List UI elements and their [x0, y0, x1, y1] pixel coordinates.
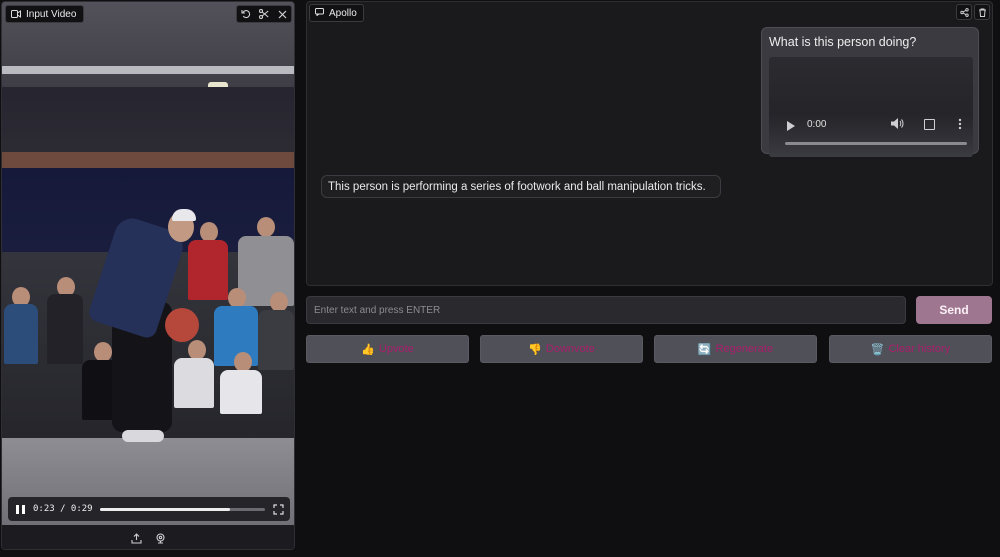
player-shoe: [122, 430, 164, 442]
thumbs-down-icon: 👎: [528, 343, 542, 356]
spectator: [270, 292, 288, 312]
spectator: [174, 358, 214, 408]
thumbs-up-icon: 👍: [361, 343, 375, 356]
video-controls: 0:23 / 0:29: [8, 497, 290, 521]
message-video-player[interactable]: 0:00: [769, 57, 973, 157]
clear-history-button[interactable]: 🗑️ Clear history: [829, 335, 992, 363]
spectator: [228, 288, 246, 308]
user-message: What is this person doing? 0:00: [761, 27, 979, 157]
app-root: 0:23 / 0:29 Input Video Apollo What is t…: [0, 0, 1000, 557]
video-time: 0:23 / 0:29: [33, 504, 93, 514]
video-player-bar: [769, 113, 973, 157]
video-icon: [11, 10, 21, 18]
player-cap: [172, 209, 196, 221]
regenerate-button[interactable]: 🔄 Regenerate: [654, 335, 817, 363]
spectator: [188, 340, 206, 360]
spectator: [188, 240, 228, 300]
action-buttons: 👍 Upvote 👎 Downvote 🔄 Regenerate 🗑️ Clea…: [306, 335, 992, 363]
video-player-time: 0:00: [807, 119, 827, 130]
undo-icon[interactable]: [237, 6, 255, 22]
spectator: [200, 222, 218, 242]
scissors-icon[interactable]: [255, 6, 273, 22]
scene-wall: [2, 87, 294, 157]
video-toolbar: [236, 5, 292, 23]
clear-history-label: Clear history: [888, 343, 951, 355]
chatbot-label-text: Apollo: [329, 7, 357, 19]
volume-icon[interactable]: [891, 118, 905, 130]
webcam-icon[interactable]: [153, 531, 167, 545]
pause-icon[interactable]: [14, 503, 26, 515]
regenerate-icon: 🔄: [697, 343, 712, 356]
bot-message-text: This person is performing a series of fo…: [328, 180, 706, 193]
trash-icon[interactable]: [974, 4, 990, 20]
play-icon[interactable]: [787, 121, 795, 131]
regenerate-label: Regenerate: [715, 343, 774, 355]
video-progress-bar[interactable]: [99, 507, 265, 511]
spectator: [258, 310, 294, 370]
chatbot-label: Apollo: [309, 4, 364, 22]
chatbot-panel: Apollo What is this person doing? 0:00 T…: [306, 1, 993, 286]
close-icon[interactable]: [273, 6, 291, 22]
ball: [165, 308, 199, 342]
fullscreen-icon[interactable]: [272, 503, 284, 515]
video-frame[interactable]: 0:23 / 0:29: [2, 2, 294, 525]
input-video-label-text: Input Video: [26, 8, 77, 20]
fullscreen-icon[interactable]: [924, 119, 935, 130]
spectator: [234, 352, 252, 372]
video-footer: [2, 525, 294, 549]
more-options-icon[interactable]: [958, 118, 964, 130]
spectator: [94, 342, 112, 362]
spectator: [257, 217, 275, 237]
video-progress-fill: [99, 507, 231, 511]
chat-input[interactable]: [306, 296, 906, 324]
trash-icon: 🗑️: [870, 343, 885, 356]
share-icon[interactable]: [956, 4, 972, 20]
chat-icon: [315, 7, 324, 19]
downvote-button[interactable]: 👎 Downvote: [480, 335, 643, 363]
upvote-label: Upvote: [378, 343, 414, 355]
scene-brick: [2, 152, 294, 168]
upload-icon[interactable]: [129, 531, 143, 545]
user-message-text: What is this person doing?: [769, 35, 917, 49]
upvote-button[interactable]: 👍 Upvote: [306, 335, 469, 363]
bot-message: This person is performing a series of fo…: [321, 175, 721, 198]
spectator: [220, 370, 262, 414]
spectator: [4, 304, 38, 364]
input-video-panel: 0:23 / 0:29 Input Video: [1, 1, 295, 550]
downvote-label: Downvote: [545, 343, 595, 355]
send-button[interactable]: Send: [916, 296, 992, 324]
video-player-progress[interactable]: [785, 142, 967, 145]
spectator: [47, 294, 83, 364]
chat-toolbar: [956, 4, 990, 20]
scene-beam: [2, 66, 294, 74]
input-video-label: Input Video: [5, 5, 85, 23]
